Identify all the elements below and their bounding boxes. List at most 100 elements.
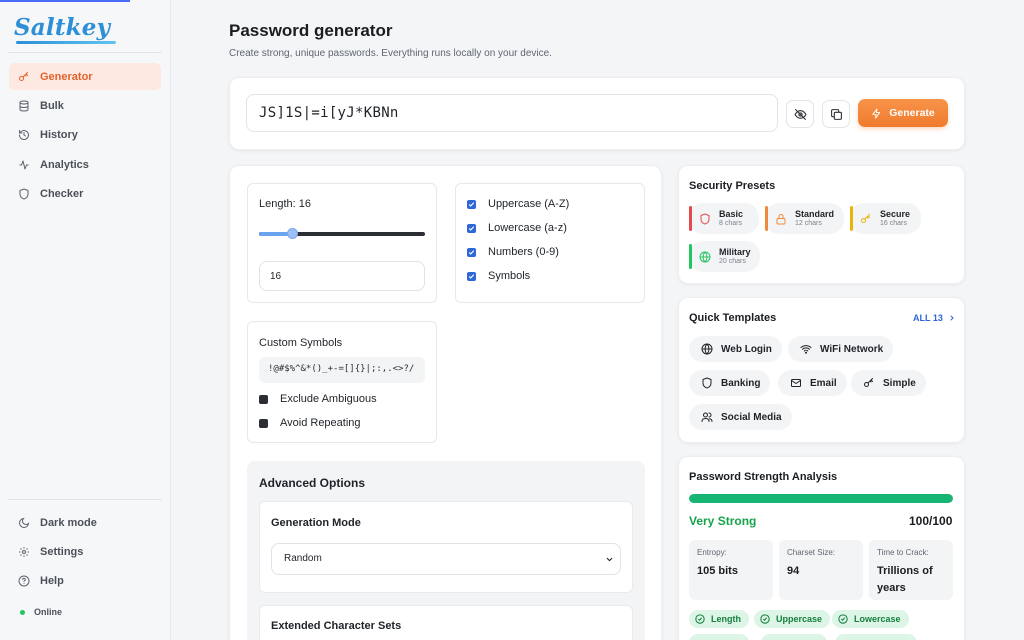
shield-icon xyxy=(700,213,710,224)
check-chip xyxy=(835,634,917,640)
exclude-ambiguous-checkbox[interactable]: Exclude Ambiguous xyxy=(259,393,377,405)
shield-icon xyxy=(702,377,712,389)
check-circle-icon xyxy=(760,614,770,624)
key-icon xyxy=(18,71,30,83)
template-web-login[interactable]: Web Login xyxy=(689,336,782,362)
checkbox-unchecked[interactable] xyxy=(259,394,268,404)
custom-symbols-input[interactable]: !@#$%^&*()_+-=[]{}|;:,.<>?/ xyxy=(259,357,425,383)
all-templates-link[interactable]: ALL 13 xyxy=(913,313,956,323)
preset-basic[interactable]: Basic 8 chars xyxy=(689,203,759,234)
preset-desc: 20 chars xyxy=(719,258,746,265)
length-input[interactable]: 16 xyxy=(259,261,425,291)
lowercase-checkbox[interactable]: Lowercase (a-z) xyxy=(467,222,567,234)
globe-icon xyxy=(701,343,713,355)
template-email[interactable]: Email xyxy=(778,370,847,396)
numbers-checkbox[interactable]: Numbers (0-9) xyxy=(467,246,559,258)
page-title: Password generator xyxy=(229,21,393,40)
preset-secure[interactable]: Secure 16 chars xyxy=(850,203,921,234)
preset-military[interactable]: Military 20 chars xyxy=(689,241,760,272)
checkbox-label: Lowercase (a-z) xyxy=(488,222,567,234)
uppercase-checkbox[interactable]: Uppercase (A-Z) xyxy=(467,198,569,210)
key-icon xyxy=(864,378,873,387)
template-label: Simple xyxy=(883,377,916,389)
sidebar-item-analytics[interactable]: Analytics xyxy=(9,151,161,178)
sidebar-item-generator[interactable]: Generator xyxy=(9,63,161,90)
checkbox-label: Numbers (0-9) xyxy=(488,246,559,258)
checkbox-label: Uppercase (A-Z) xyxy=(488,198,570,210)
checkbox-checked[interactable] xyxy=(467,223,476,233)
check-chip-lowercase: Lowercase xyxy=(832,610,909,628)
template-label: Banking xyxy=(721,377,761,389)
custom-symbols-label: Custom Symbols xyxy=(259,337,343,349)
check-chip-uppercase: Uppercase xyxy=(754,610,831,628)
preset-name: Standard xyxy=(795,209,835,219)
symbols-checkbox[interactable]: Symbols xyxy=(467,270,530,282)
chevron-down-icon xyxy=(606,557,613,562)
checkbox-checked[interactable] xyxy=(467,271,476,281)
template-banking[interactable]: Banking xyxy=(689,370,771,396)
sidebar-item-checker[interactable]: Checker xyxy=(9,181,161,208)
preset-accent xyxy=(850,206,853,231)
check-chip-length: Length xyxy=(689,610,749,628)
preset-accent xyxy=(689,206,692,231)
sidebar-item-label: Help xyxy=(40,575,64,588)
password-output[interactable]: JS]1S|=i[yJ*KBNn xyxy=(246,94,778,132)
sidebar-bottom-nav: Dark mode Settings Help xyxy=(9,509,161,597)
sidebar-divider xyxy=(8,499,162,500)
sidebar-item-help[interactable]: Help xyxy=(9,568,161,595)
chevron-right-icon xyxy=(950,315,954,321)
checkbox-checked[interactable] xyxy=(467,199,476,209)
database-icon xyxy=(18,100,30,112)
sidebar-item-label: Settings xyxy=(40,545,84,558)
toggle-visibility-button[interactable] xyxy=(786,100,814,128)
generate-button[interactable]: Generate xyxy=(858,99,948,127)
checkbox-unchecked[interactable] xyxy=(259,418,268,428)
top-accent-bar xyxy=(0,0,130,2)
template-simple[interactable]: Simple xyxy=(851,370,926,396)
checkbox-checked[interactable] xyxy=(467,247,476,257)
stat-label: Charset Size: xyxy=(787,548,836,557)
sidebar-divider xyxy=(8,52,162,53)
template-social-media[interactable]: Social Media xyxy=(689,404,792,430)
template-label: Web Login xyxy=(721,343,772,355)
stat-value: 105 bits xyxy=(697,565,738,577)
activity-icon xyxy=(18,159,30,171)
preset-standard[interactable]: Standard 12 chars xyxy=(765,203,844,234)
sidebar-item-settings[interactable]: Settings xyxy=(9,538,161,565)
security-presets-title: Security Presets xyxy=(689,180,776,192)
moon-icon xyxy=(18,517,30,529)
dark-mode-toggle[interactable]: Dark mode xyxy=(9,509,161,536)
length-slider[interactable] xyxy=(259,228,425,239)
template-wifi-network[interactable]: WiFi Network xyxy=(788,336,894,362)
generation-mode-select[interactable]: Random xyxy=(271,543,621,575)
globe-icon xyxy=(699,251,711,262)
preset-desc: 16 chars xyxy=(880,220,907,227)
connection-status: Online xyxy=(20,607,62,617)
time-to-crack-stat: Time to Crack: Trillions of years xyxy=(869,540,953,600)
sidebar-item-history[interactable]: History xyxy=(9,122,161,149)
quick-templates-title: Quick Templates xyxy=(689,312,777,324)
chip-label: Uppercase xyxy=(776,614,823,624)
copy-button[interactable] xyxy=(822,100,850,128)
advanced-options-title[interactable]: Advanced Options xyxy=(259,476,365,490)
app-logo[interactable]: Saltkey xyxy=(14,14,110,41)
avoid-repeating-checkbox[interactable]: Avoid Repeating xyxy=(259,417,361,429)
check-chip xyxy=(689,634,749,640)
help-icon xyxy=(18,575,30,587)
strength-title: Password Strength Analysis xyxy=(689,471,838,483)
preset-desc: 8 chars xyxy=(719,220,742,227)
preset-text: Standard 12 chars xyxy=(795,209,834,228)
sidebar-item-label: Bulk xyxy=(40,99,64,112)
entropy-stat: Entropy: 105 bits xyxy=(689,540,773,600)
extended-charsets-label[interactable]: Extended Character Sets xyxy=(271,620,401,632)
preset-text: Secure 16 chars xyxy=(880,209,910,228)
preset-accent xyxy=(765,206,768,231)
sidebar-item-bulk[interactable]: Bulk xyxy=(9,92,161,119)
mail-icon xyxy=(791,379,801,387)
preset-name: Military xyxy=(719,247,751,257)
checkbox-label: Symbols xyxy=(488,270,531,282)
checkbox-label: Exclude Ambiguous xyxy=(280,393,377,405)
preset-text: Basic 8 chars xyxy=(719,209,743,228)
stat-value: 94 xyxy=(787,565,800,577)
status-text: Online xyxy=(34,607,63,617)
